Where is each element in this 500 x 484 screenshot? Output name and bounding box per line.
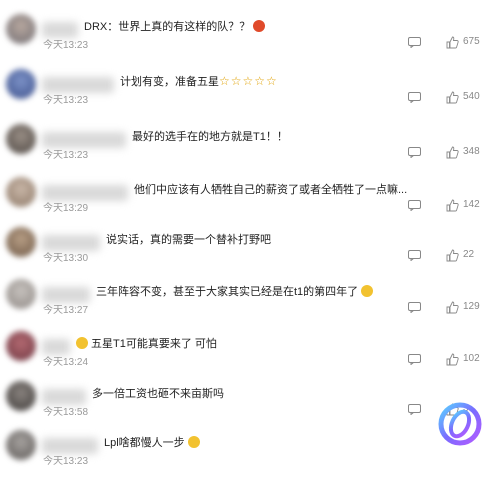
like-count: 102	[463, 353, 480, 364]
avatar[interactable]	[6, 69, 36, 99]
avatar[interactable]	[6, 124, 36, 154]
comment-text: 说实话，真的需要一个替补打野吧	[106, 234, 271, 246]
comment-text: Lpl啥都慢人一步	[104, 434, 200, 450]
comment-time: 今天13:29	[43, 203, 89, 214]
avatar[interactable]	[6, 279, 36, 309]
comment-text: 三年阵容不变，甚至于大家其实已经是在t1的第四年了	[96, 283, 374, 299]
comment-text: DRX：世界上真的有这样的队？？	[84, 18, 266, 34]
comment-time: 今天13:27	[43, 305, 89, 316]
reply-icon[interactable]	[408, 200, 421, 211]
comment-time: 今天13:23	[43, 40, 89, 51]
comment-text: 他们中应该有人牺牲自己的薪资了或者全牺牲了一点嘛...	[134, 184, 408, 196]
reply-icon[interactable]	[408, 147, 421, 158]
comment-time: 今天13:23	[43, 456, 89, 467]
like-icon[interactable]	[446, 91, 459, 104]
comment-item: 最好的选手在的地方就是T1！！ 今天13:23 348	[0, 124, 500, 178]
avatar[interactable]	[6, 227, 36, 257]
comment-text: 计划有变，准备五星☆☆☆☆☆	[120, 74, 278, 88]
like-icon[interactable]	[446, 249, 459, 262]
comment-item: 三年阵容不变，甚至于大家其实已经是在t1的第四年了 今天13:27 129	[0, 279, 500, 333]
reply-icon[interactable]	[408, 250, 421, 261]
emoji-icon	[361, 285, 374, 297]
emoji-icon	[253, 20, 266, 32]
star-rating-icon: ☆☆☆☆☆	[219, 74, 278, 88]
comment-item: 计划有变，准备五星☆☆☆☆☆ 今天13:23 540	[0, 69, 500, 123]
avatar[interactable]	[6, 331, 36, 361]
emoji-icon	[76, 337, 88, 349]
comment-time: 今天13:23	[43, 150, 89, 161]
like-icon[interactable]	[446, 353, 459, 366]
comment-time: 今天13:58	[43, 407, 89, 418]
comment-item: 五星T1可能真要来了 可怕 今天13:24 102	[0, 331, 500, 385]
comment-item: Lpl啥都慢人一步 今天13:23	[0, 430, 500, 484]
comment-text: 最好的选手在的地方就是T1！！	[132, 131, 288, 143]
comment-item: 他们中应该有人牺牲自己的薪资了或者全牺牲了一点嘛... 今天13:29 142	[0, 177, 500, 231]
like-icon[interactable]	[446, 146, 459, 159]
reply-icon[interactable]	[408, 404, 421, 415]
avatar[interactable]	[6, 177, 36, 207]
comment-item: DRX：世界上真的有这样的队？？ 今天13:23 675	[0, 14, 500, 68]
like-icon[interactable]	[446, 36, 459, 49]
like-icon[interactable]	[446, 199, 459, 212]
reply-icon[interactable]	[408, 37, 421, 48]
emoji-icon	[187, 436, 200, 448]
comment-text: 五星T1可能真要来了 可怕	[76, 335, 217, 351]
comment-time: 今天13:30	[43, 253, 89, 264]
like-count: 675	[463, 36, 480, 47]
reply-icon[interactable]	[408, 92, 421, 103]
like-count: 142	[463, 199, 480, 210]
comment-item: 说实话，真的需要一个替补打野吧 今天13:30 22	[0, 227, 500, 281]
like-count: 22	[463, 249, 475, 260]
comment-time: 今天13:23	[43, 95, 89, 106]
comment-text: 多一倍工资也砸不来亩斯吗	[92, 388, 224, 400]
reply-icon[interactable]	[408, 302, 421, 313]
comment-item: 多一倍工资也砸不来亩斯吗 今天13:58 3	[0, 381, 500, 435]
avatar[interactable]	[6, 14, 36, 44]
like-count: 129	[463, 301, 480, 312]
avatar[interactable]	[6, 430, 36, 460]
app-logo-icon	[438, 402, 482, 446]
like-icon[interactable]	[446, 301, 459, 314]
avatar[interactable]	[6, 381, 36, 411]
reply-icon[interactable]	[408, 354, 421, 365]
like-count: 540	[463, 91, 480, 102]
comment-time: 今天13:24	[43, 357, 89, 368]
like-count: 348	[463, 146, 480, 157]
